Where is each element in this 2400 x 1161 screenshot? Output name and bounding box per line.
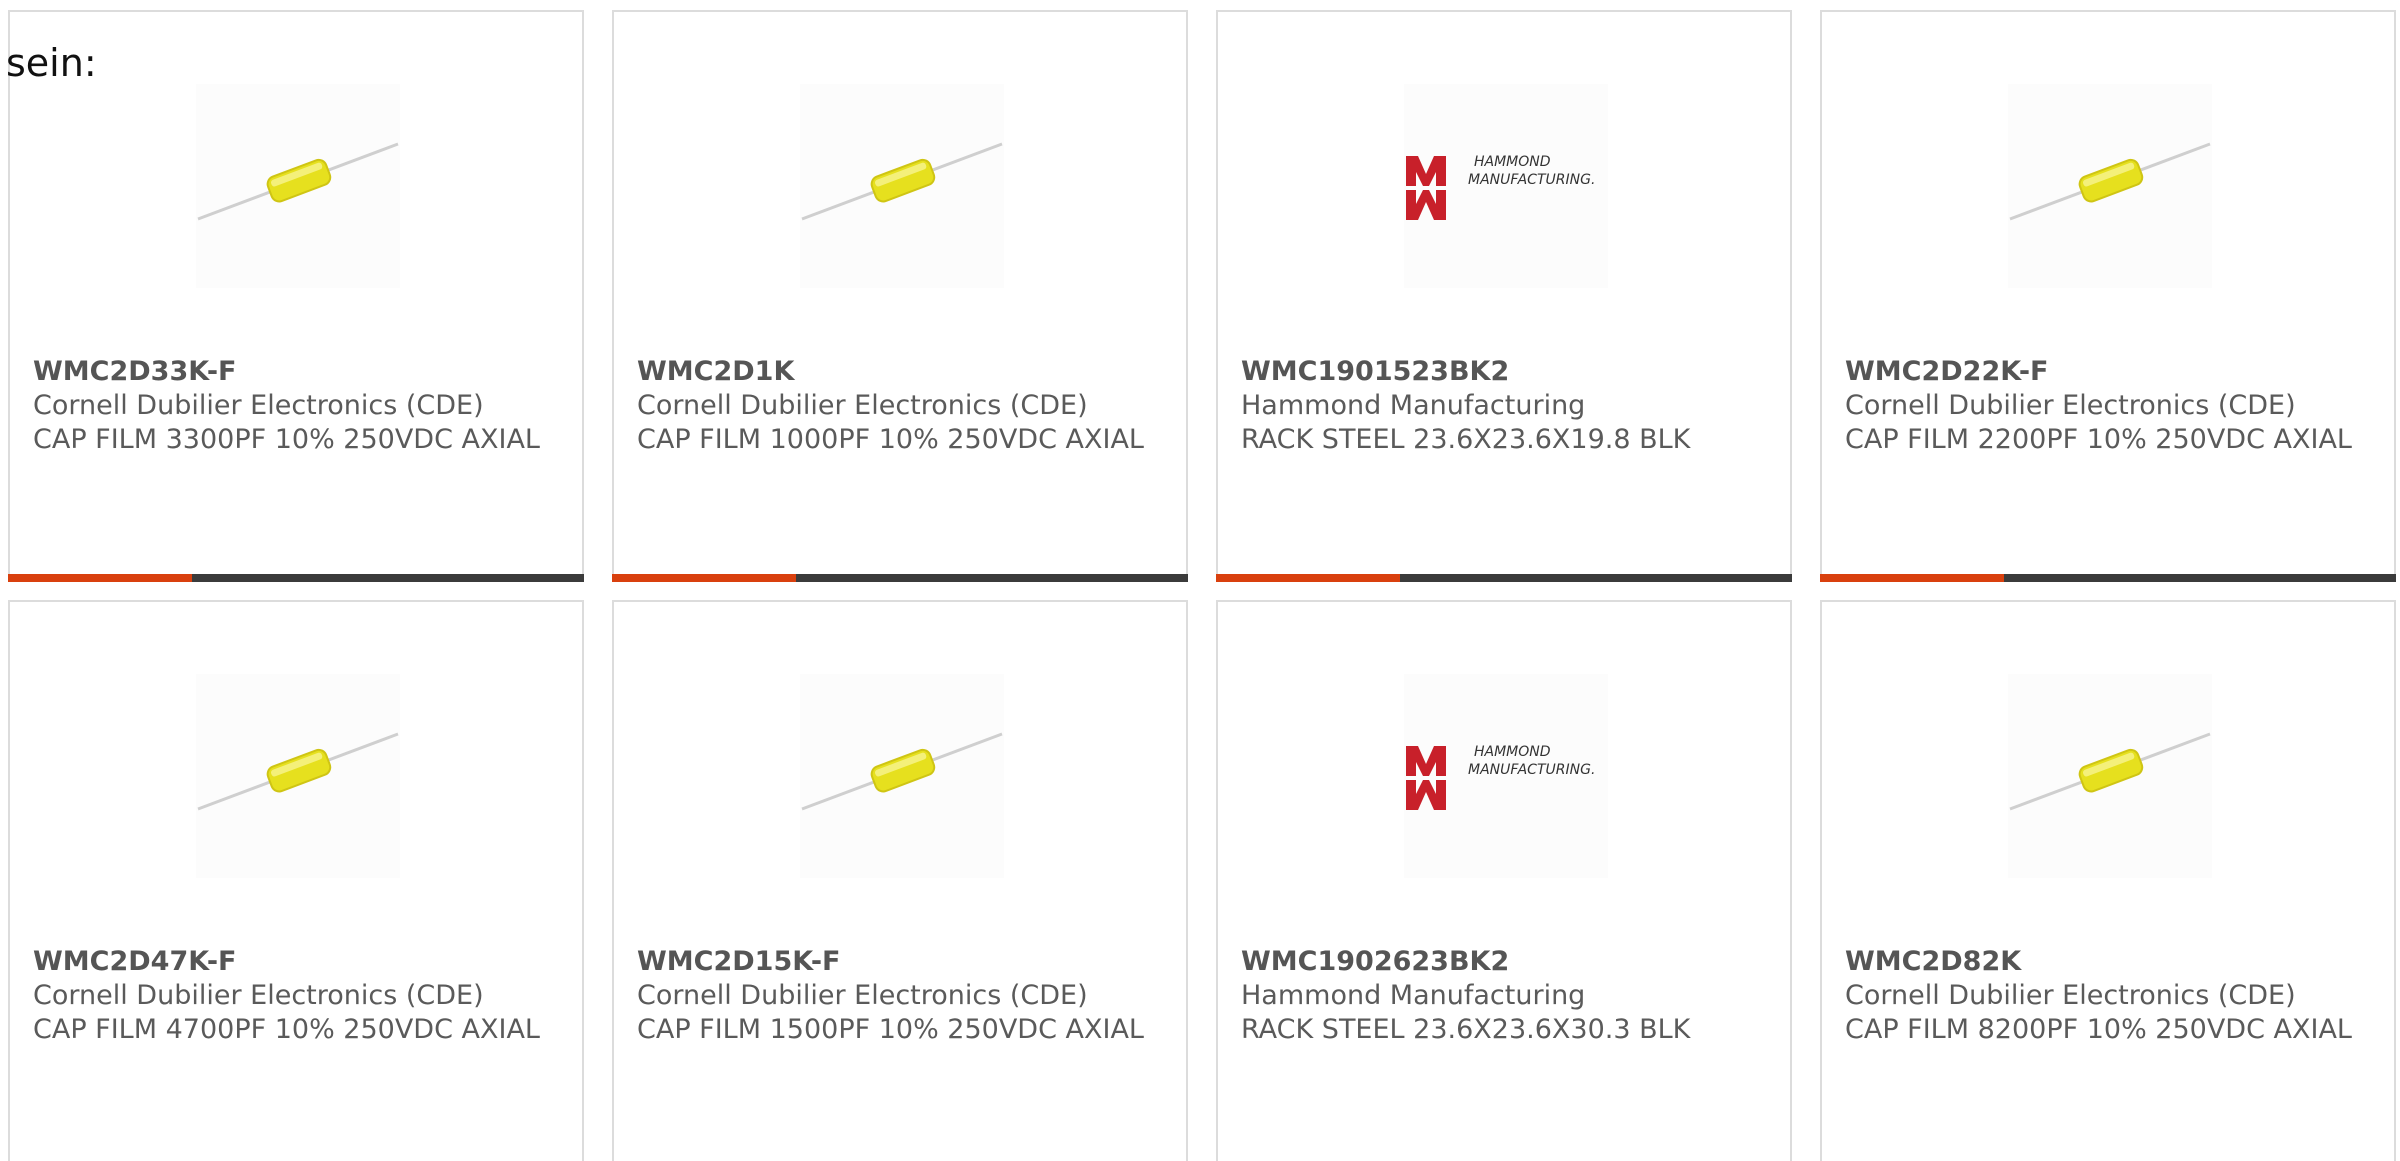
product-card[interactable]: HAMMOND MANUFACTURING. WMC1902623BK2 Ham…	[1216, 600, 1792, 1161]
product-info: WMC2D47K-F Cornell Dubilier Electronics …	[33, 945, 562, 1047]
card-footer-accent	[8, 574, 192, 582]
part-number-link[interactable]: WMC2D33K-F	[33, 355, 562, 389]
product-card[interactable]: HAMMOND MANUFACTURING. WMC1901523BK2 Ham…	[1216, 10, 1792, 582]
description-text: RACK STEEL 23.6X23.6X30.3 BLK	[1241, 1014, 1691, 1045]
card-footer-bar	[1820, 574, 2396, 582]
part-number-link[interactable]: WMC2D1K	[637, 355, 1166, 389]
description-text: CAP FILM 1000PF 10% 250VDC AXIAL	[637, 424, 1144, 455]
card-footer-bar	[1216, 574, 1792, 582]
manufacturer-text: Cornell Dubilier Electronics (CDE)	[637, 390, 1088, 421]
product-info: WMC1902623BK2 Hammond Manufacturing RACK…	[1241, 945, 1770, 1047]
product-card[interactable]: WMC2D33K-F Cornell Dubilier Electronics …	[8, 10, 584, 582]
axial-capacitor-image	[2008, 674, 2212, 878]
description-text: CAP FILM 1500PF 10% 250VDC AXIAL	[637, 1014, 1144, 1045]
logo-text-line-2: MANUFACTURING.	[1468, 762, 1595, 778]
product-grid-page: sein: WMC2D33K-F Cornell Dubilier Electr…	[0, 0, 2400, 1161]
hammond-logo-image: HAMMOND MANUFACTURING.	[1404, 674, 1608, 878]
axial-capacitor-image	[800, 674, 1004, 878]
axial-capacitor-image	[800, 84, 1004, 288]
axial-capacitor-image	[196, 84, 400, 288]
manufacturer-text: Cornell Dubilier Electronics (CDE)	[637, 980, 1088, 1011]
card-footer-bar	[8, 574, 584, 582]
product-card[interactable]: WMC2D22K-F Cornell Dubilier Electronics …	[1820, 10, 2396, 582]
description-text: RACK STEEL 23.6X23.6X19.8 BLK	[1241, 424, 1691, 455]
card-footer-accent	[612, 574, 796, 582]
product-info: WMC2D33K-F Cornell Dubilier Electronics …	[33, 355, 562, 457]
product-info: WMC1901523BK2 Hammond Manufacturing RACK…	[1241, 355, 1770, 457]
description-text: CAP FILM 4700PF 10% 250VDC AXIAL	[33, 1014, 540, 1045]
description-text: CAP FILM 8200PF 10% 250VDC AXIAL	[1845, 1014, 2352, 1045]
card-footer-accent	[1216, 574, 1400, 582]
product-info: WMC2D82K Cornell Dubilier Electronics (C…	[1845, 945, 2374, 1047]
product-card[interactable]: WMC2D15K-F Cornell Dubilier Electronics …	[612, 600, 1188, 1161]
part-number-link[interactable]: WMC2D22K-F	[1845, 355, 2374, 389]
intro-text: sein:	[6, 41, 97, 85]
card-footer-bar	[612, 574, 1188, 582]
hammond-logo-image: HAMMOND MANUFACTURING.	[1404, 84, 1608, 288]
manufacturer-text: Hammond Manufacturing	[1241, 980, 1586, 1011]
logo-text-line-1: HAMMOND	[1474, 154, 1551, 170]
axial-capacitor-image	[2008, 84, 2212, 288]
product-card[interactable]: WMC2D1K Cornell Dubilier Electronics (CD…	[612, 10, 1188, 582]
axial-capacitor-image	[196, 674, 400, 878]
manufacturer-text: Cornell Dubilier Electronics (CDE)	[33, 390, 484, 421]
product-card[interactable]: WMC2D47K-F Cornell Dubilier Electronics …	[8, 600, 584, 1161]
manufacturer-text: Cornell Dubilier Electronics (CDE)	[1845, 390, 2296, 421]
product-info: WMC2D15K-F Cornell Dubilier Electronics …	[637, 945, 1166, 1047]
product-info: WMC2D22K-F Cornell Dubilier Electronics …	[1845, 355, 2374, 457]
part-number-link[interactable]: WMC2D82K	[1845, 945, 2374, 979]
part-number-link[interactable]: WMC1901523BK2	[1241, 355, 1770, 389]
description-text: CAP FILM 3300PF 10% 250VDC AXIAL	[33, 424, 540, 455]
product-info: WMC2D1K Cornell Dubilier Electronics (CD…	[637, 355, 1166, 457]
manufacturer-text: Hammond Manufacturing	[1241, 390, 1586, 421]
card-footer-accent	[1820, 574, 2004, 582]
logo-text-line-2: MANUFACTURING.	[1468, 172, 1595, 188]
description-text: CAP FILM 2200PF 10% 250VDC AXIAL	[1845, 424, 2352, 455]
manufacturer-text: Cornell Dubilier Electronics (CDE)	[33, 980, 484, 1011]
part-number-link[interactable]: WMC1902623BK2	[1241, 945, 1770, 979]
product-card[interactable]: WMC2D82K Cornell Dubilier Electronics (C…	[1820, 600, 2396, 1161]
logo-text-line-1: HAMMOND	[1474, 744, 1551, 760]
part-number-link[interactable]: WMC2D15K-F	[637, 945, 1166, 979]
part-number-link[interactable]: WMC2D47K-F	[33, 945, 562, 979]
manufacturer-text: Cornell Dubilier Electronics (CDE)	[1845, 980, 2296, 1011]
